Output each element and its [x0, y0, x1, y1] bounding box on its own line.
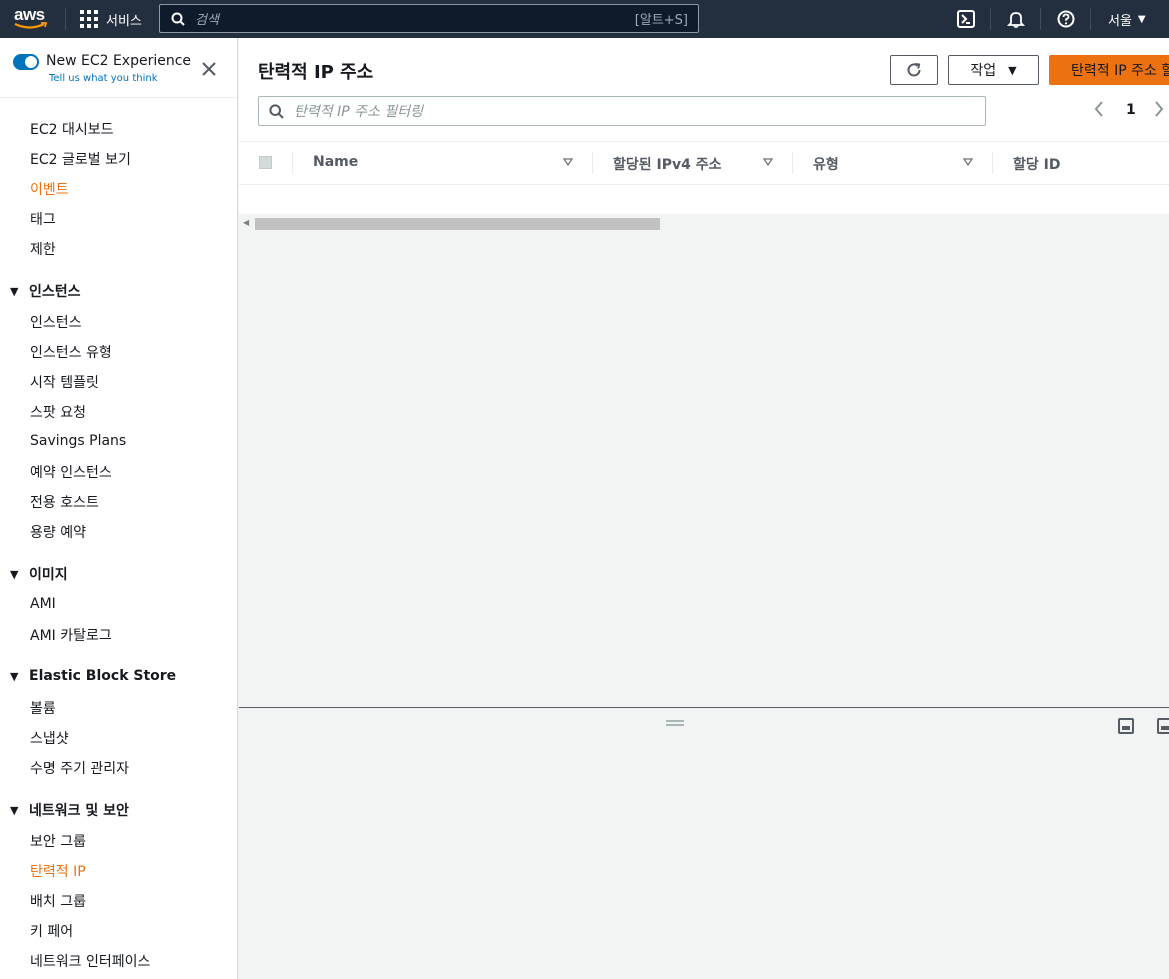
sidebar-item-global-view[interactable]: EC2 글로벌 보기 [30, 149, 131, 169]
services-label: 서비스 [106, 13, 142, 29]
smile-icon [14, 22, 48, 29]
main-content: 탄력적 IP 주소 작업 ▼ 탄력적 IP 주소 할당 탄력적 IP 주소 필터… [239, 38, 1169, 979]
scroll-left-icon[interactable]: ◀ [243, 218, 249, 227]
bell-icon[interactable] [1005, 8, 1027, 30]
search-shortcut: [알트+S] [634, 13, 688, 28]
aws-logo[interactable]: aws [14, 6, 50, 32]
allocate-elastic-ip-button[interactable]: 탄력적 IP 주소 할당 [1049, 55, 1169, 85]
search-placeholder: 검색 [195, 13, 219, 28]
region-label: 서울 [1108, 13, 1132, 29]
caret-down-icon: ▼ [1008, 63, 1017, 77]
column-header-type[interactable]: 유형 [813, 154, 839, 174]
column-header-allocation-id[interactable]: 할당 ID [1013, 154, 1060, 174]
sort-icon[interactable] [563, 157, 573, 167]
cloudshell-icon[interactable] [955, 8, 977, 30]
sidebar: New EC2 Experience Tell us what you thin… [0, 38, 238, 979]
page-title: 탄력적 IP 주소 [258, 62, 374, 83]
elastic-ip-table-panel: 탄력적 IP 주소 작업 ▼ 탄력적 IP 주소 할당 탄력적 IP 주소 필터… [239, 38, 1169, 214]
section-title: 이미지 [29, 567, 68, 583]
section-title: 네트워크 및 보안 [29, 803, 129, 819]
divider [1040, 8, 1041, 30]
sidebar-section-network-security[interactable]: ▼ 네트워크 및 보안 [10, 800, 129, 820]
sidebar-item-dashboard[interactable]: EC2 대시보드 [30, 119, 114, 139]
sidebar-item-lifecycle-manager[interactable]: 수명 주기 관리자 [30, 758, 129, 778]
sidebar-item-limits[interactable]: 제한 [30, 239, 56, 259]
feedback-link[interactable]: Tell us what you think [49, 73, 158, 84]
new-experience-toggle[interactable] [13, 54, 39, 70]
horizontal-scrollbar[interactable]: ◀ [239, 214, 1169, 234]
search-icon [171, 12, 185, 26]
drag-handle-icon[interactable] [666, 720, 684, 726]
caret-down-icon: ▼ [1137, 13, 1146, 25]
services-menu[interactable]: 서비스 [80, 0, 142, 38]
sidebar-item-snapshots[interactable]: 스냅샷 [30, 728, 69, 748]
experience-title: New EC2 Experience [46, 53, 192, 69]
sidebar-section-ebs[interactable]: ▼ Elastic Block Store [10, 668, 176, 684]
global-search-input[interactable]: 검색 [알트+S] [159, 4, 699, 33]
page-number[interactable]: 1 [1126, 102, 1136, 118]
region-selector[interactable]: 서울 ▼ [1108, 0, 1146, 38]
sidebar-item-instances[interactable]: 인스턴스 [30, 312, 82, 332]
sidebar-item-volumes[interactable]: 볼륨 [30, 698, 56, 718]
grid-icon [80, 10, 98, 28]
column-header-ipv4[interactable]: 할당된 IPv4 주소 [613, 154, 722, 174]
triangle-down-icon: ▼ [10, 567, 19, 581]
sidebar-item-instance-types[interactable]: 인스턴스 유형 [30, 342, 112, 362]
chevron-left-icon[interactable] [1094, 101, 1104, 122]
section-title: Elastic Block Store [29, 668, 177, 684]
sort-icon[interactable] [963, 157, 973, 167]
sidebar-item-security-groups[interactable]: 보안 그룹 [30, 831, 86, 851]
split-side-icon[interactable] [1157, 718, 1169, 734]
sort-icon[interactable] [763, 157, 773, 167]
sidebar-item-reserved-instances[interactable]: 예약 인스턴스 [30, 462, 112, 482]
actions-label: 작업 [970, 63, 997, 79]
table-header: Name 할당된 IPv4 주소 유형 할당 ID [239, 141, 1169, 185]
sidebar-section-images[interactable]: ▼ 이미지 [10, 564, 68, 584]
chevron-right-icon[interactable] [1154, 101, 1164, 122]
select-all-checkbox[interactable] [259, 156, 272, 169]
column-divider [292, 152, 293, 174]
sidebar-section-instances[interactable]: ▼ 인스턴스 [10, 281, 81, 301]
triangle-down-icon: ▼ [10, 669, 19, 683]
column-divider[interactable] [592, 152, 593, 174]
sidebar-item-network-interfaces[interactable]: 네트워크 인터페이스 [30, 951, 150, 971]
triangle-down-icon: ▼ [10, 803, 19, 817]
help-icon[interactable] [1055, 8, 1077, 30]
divider [65, 8, 66, 30]
scrollbar-thumb[interactable] [255, 218, 660, 230]
divider [990, 8, 991, 30]
sidebar-item-spot-requests[interactable]: 스팟 요청 [30, 402, 86, 422]
experience-toggle-header: New EC2 Experience Tell us what you thin… [0, 38, 237, 98]
sidebar-item-placement-groups[interactable]: 배치 그룹 [30, 891, 86, 911]
divider [1090, 8, 1091, 30]
refresh-button[interactable] [890, 55, 938, 85]
refresh-icon [907, 63, 921, 77]
sidebar-item-key-pairs[interactable]: 키 페어 [30, 921, 73, 941]
triangle-down-icon: ▼ [10, 284, 19, 298]
allocate-label: 탄력적 IP 주소 할당 [1071, 63, 1169, 79]
sidebar-item-launch-templates[interactable]: 시작 템플릿 [30, 372, 99, 392]
sidebar-item-tags[interactable]: 태그 [30, 209, 56, 229]
split-bottom-icon[interactable] [1118, 718, 1134, 734]
filter-placeholder: 탄력적 IP 주소 필터링 [294, 104, 423, 120]
close-icon[interactable] [200, 60, 218, 78]
sidebar-item-ami-catalog[interactable]: AMI 카탈로그 [30, 625, 112, 645]
sidebar-item-dedicated-hosts[interactable]: 전용 호스트 [30, 492, 99, 512]
top-navigation: aws 서비스 검색 [알트+S] 서울 ▼ [0, 0, 1169, 38]
column-divider[interactable] [992, 152, 993, 174]
sidebar-item-elastic-ips[interactable]: 탄력적 IP [30, 861, 86, 881]
filter-input[interactable]: 탄력적 IP 주소 필터링 [258, 96, 986, 126]
sidebar-item-events[interactable]: 이벤트 [30, 179, 69, 199]
sidebar-item-savings-plans[interactable]: Savings Plans [30, 433, 126, 449]
section-title: 인스턴스 [29, 284, 81, 300]
aws-logo-text: aws [14, 5, 45, 24]
column-header-name[interactable]: Name [313, 154, 358, 170]
sidebar-item-ami[interactable]: AMI [30, 596, 56, 612]
search-icon [269, 103, 284, 119]
split-panel-divider [239, 707, 1169, 708]
sidebar-item-capacity-reservations[interactable]: 용량 예약 [30, 522, 86, 542]
column-divider[interactable] [792, 152, 793, 174]
actions-button[interactable]: 작업 ▼ [948, 55, 1039, 85]
